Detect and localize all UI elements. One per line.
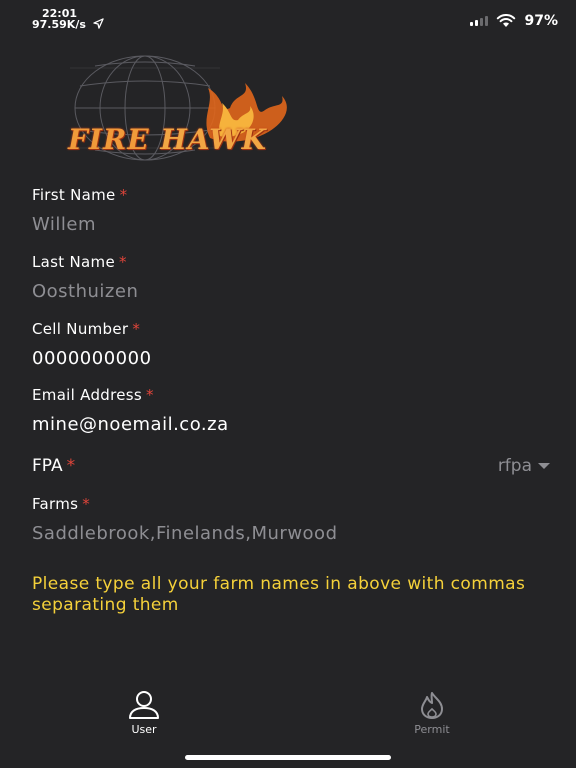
farms-hint-text: Please type all your farm names in above… xyxy=(32,574,526,615)
home-indicator xyxy=(185,755,391,760)
wifi-icon xyxy=(497,14,516,27)
first-name-label: First Name * xyxy=(32,186,128,204)
farms-field: Farms * xyxy=(32,495,552,544)
firehawk-logo: FIRE HAWK xyxy=(60,48,350,178)
farms-input[interactable] xyxy=(32,523,532,544)
required-marker: * xyxy=(132,320,141,338)
user-icon xyxy=(129,691,159,719)
globe-grid-graphic xyxy=(70,55,287,161)
tab-permit[interactable]: Permit xyxy=(387,690,477,736)
cell-number-field: Cell Number * xyxy=(32,320,552,369)
required-marker: * xyxy=(66,456,76,476)
required-marker: * xyxy=(82,495,91,513)
last-name-input[interactable] xyxy=(32,281,532,302)
required-marker: * xyxy=(118,253,127,271)
network-speed-text: 97.59K/s xyxy=(32,18,86,31)
first-name-field: First Name * xyxy=(32,186,552,235)
fpa-selected-value: rfpa xyxy=(497,456,532,476)
status-bar: 22:01 97.59K/s 97% xyxy=(0,0,576,40)
flame-icon xyxy=(421,692,443,719)
fpa-dropdown[interactable]: rfpa xyxy=(498,456,550,476)
cell-number-label: Cell Number * xyxy=(32,320,141,338)
email-input[interactable] xyxy=(32,414,532,435)
network-speed: 97.59K/s xyxy=(32,18,104,31)
required-marker: * xyxy=(119,186,128,204)
tab-user-label: User xyxy=(131,723,157,736)
status-right: 97% xyxy=(470,13,558,29)
location-arrow-icon xyxy=(93,18,104,29)
battery-percentage: 97% xyxy=(524,13,558,29)
farms-label: Farms * xyxy=(32,495,91,513)
email-field: Email Address * xyxy=(32,386,552,435)
tab-permit-label: Permit xyxy=(414,723,450,736)
tab-user[interactable]: User xyxy=(99,690,189,736)
cell-number-input[interactable] xyxy=(32,348,532,369)
last-name-label: Last Name * xyxy=(32,253,127,271)
cellular-signal-icon xyxy=(470,16,489,26)
last-name-field: Last Name * xyxy=(32,253,552,302)
caret-down-icon xyxy=(538,463,550,469)
tab-bar: User Permit xyxy=(0,684,576,744)
first-name-input[interactable] xyxy=(32,214,532,235)
required-marker: * xyxy=(146,386,154,404)
email-label: Email Address * xyxy=(32,386,154,404)
fpa-label: FPA * xyxy=(32,456,76,476)
fpa-field: FPA * rfpa xyxy=(32,454,550,480)
logo-wordmark: FIRE HAWK xyxy=(68,123,267,156)
